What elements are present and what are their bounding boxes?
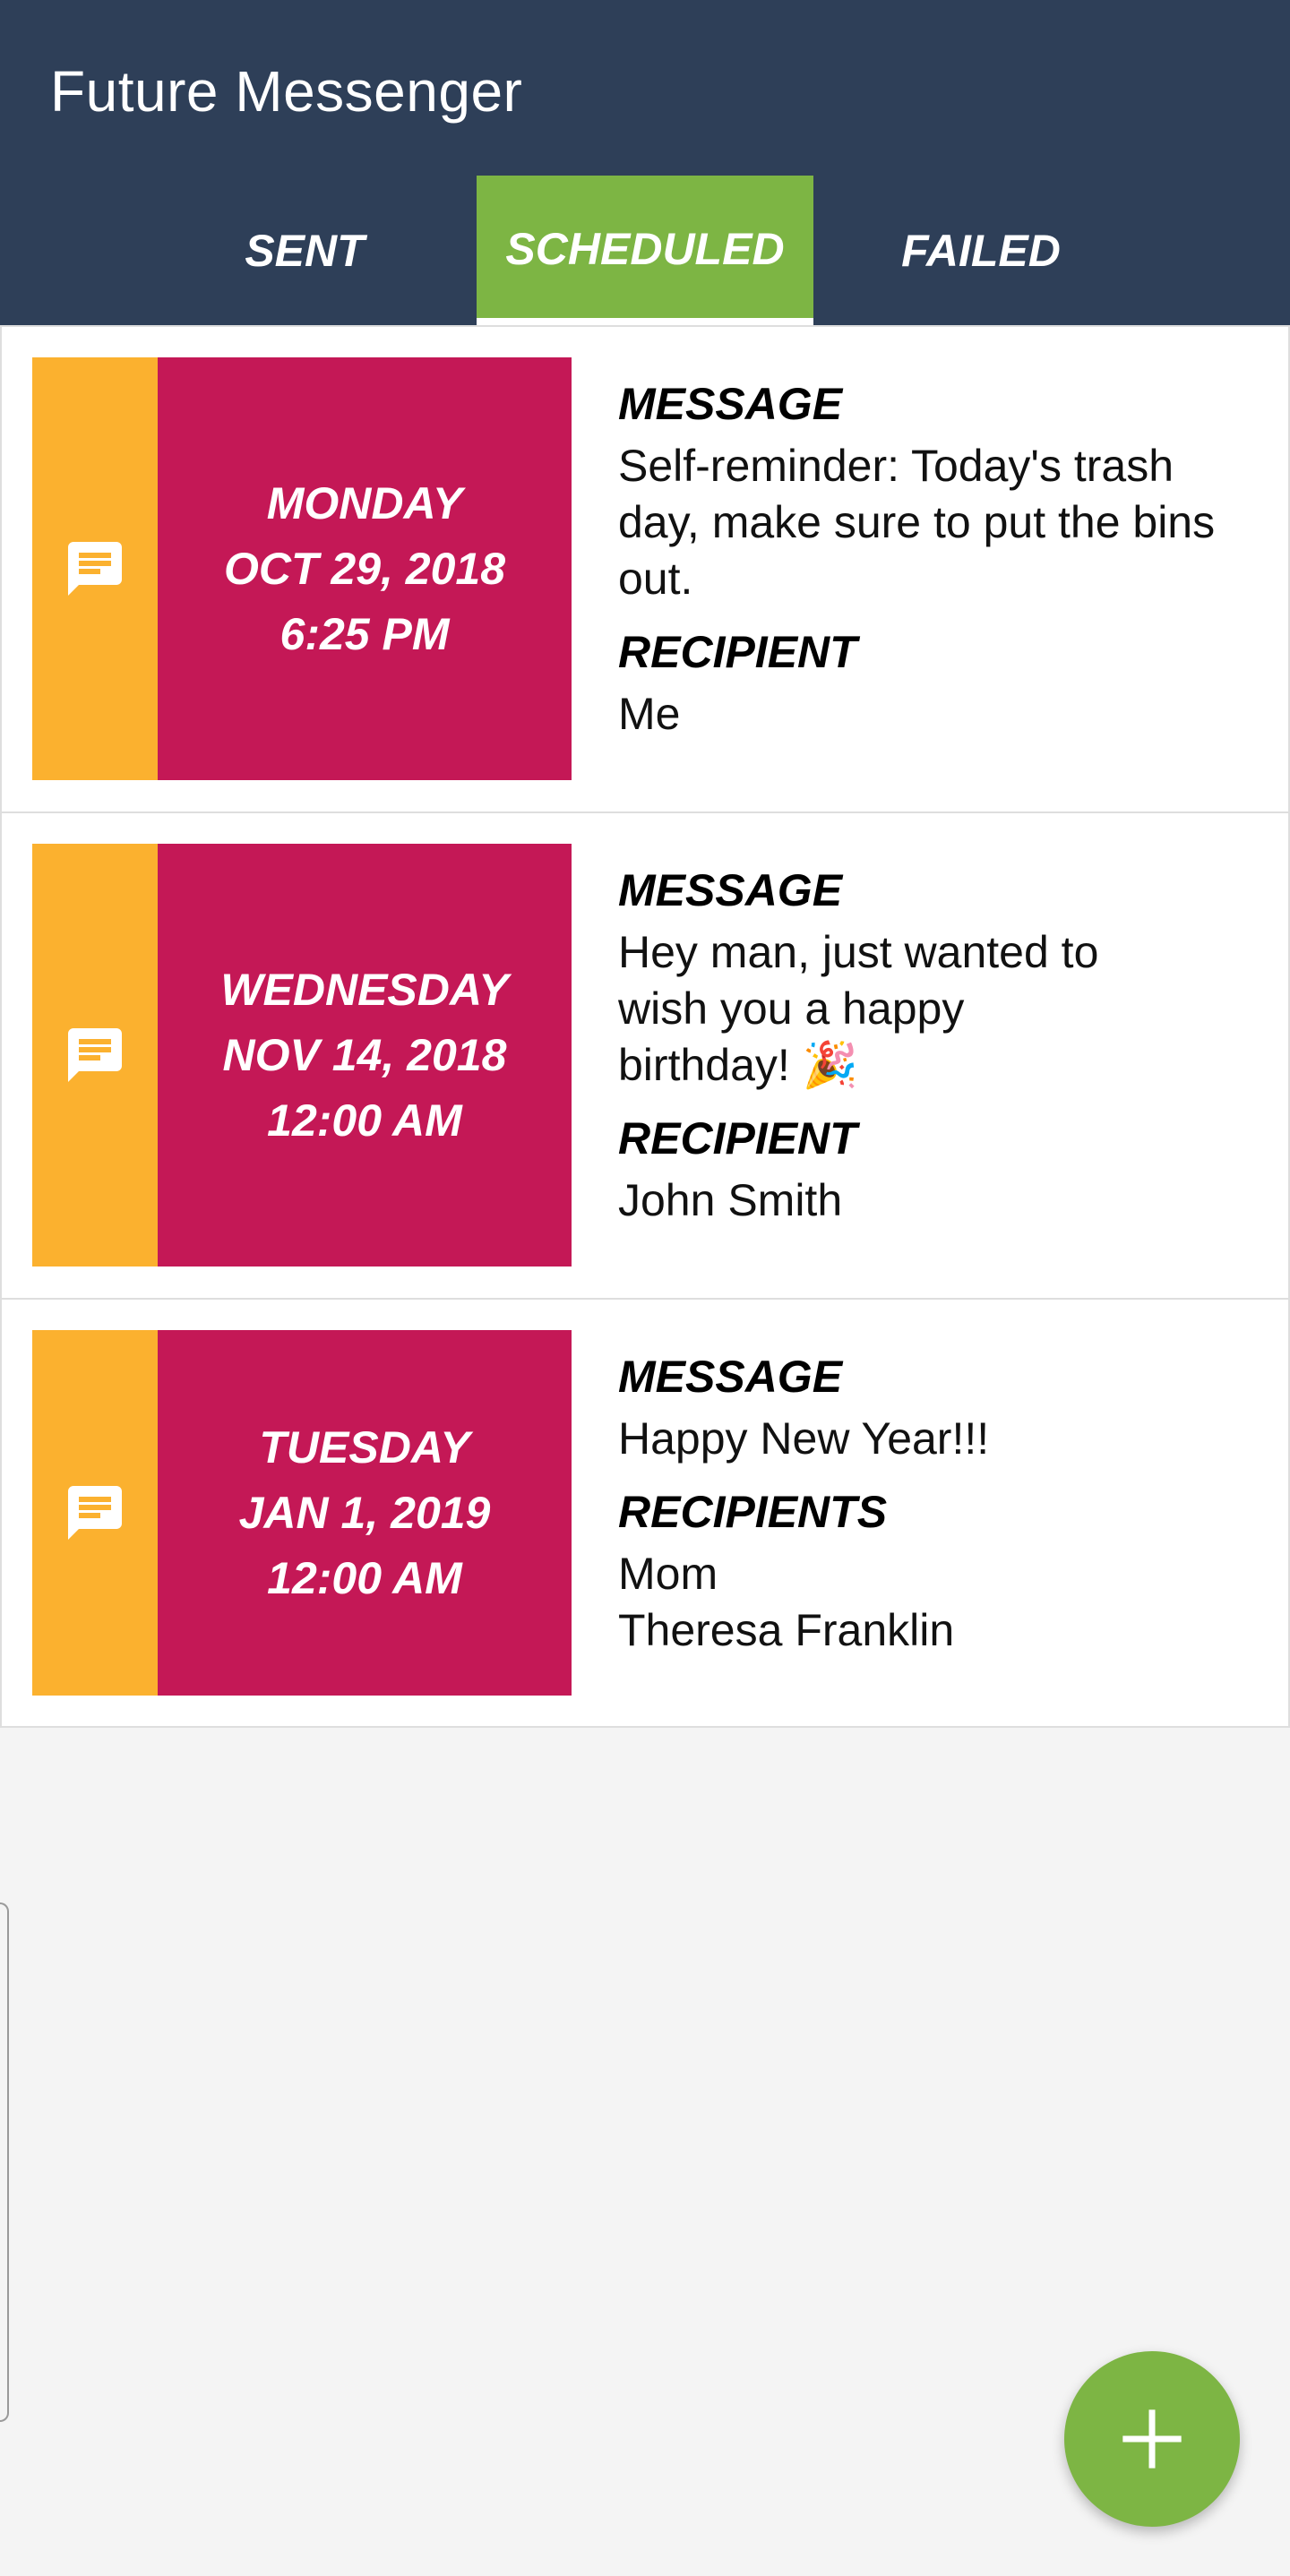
- message-text: Hey man, just wanted to wish you a happy…: [618, 927, 1099, 1090]
- message-details: MESSAGE Happy New Year!!! RECIPIENTS Mom…: [618, 1348, 1254, 1675]
- message-card[interactable]: MONDAY OCT 29, 2018 6:25 PM MESSAGE Self…: [0, 325, 1290, 813]
- recipient-name: Theresa Franklin: [618, 1605, 955, 1655]
- scheduled-date: JAN 1, 2019: [238, 1487, 491, 1538]
- message-icon: [68, 1028, 122, 1082]
- plus-icon: [1122, 2409, 1182, 2469]
- scheduled-time: 12:00 AM: [267, 1552, 462, 1603]
- scheduled-date-box: MONDAY OCT 29, 2018 6:25 PM: [158, 357, 572, 780]
- app-title: Future Messenger: [50, 59, 523, 124]
- message-type-strip: [32, 1330, 158, 1696]
- message-type-strip: [32, 844, 158, 1267]
- recipient-list: Mom Theresa Franklin: [618, 1546, 1254, 1659]
- scheduled-date-box: TUESDAY JAN 1, 2019 12:00 AM: [158, 1330, 572, 1696]
- message-label: MESSAGE: [618, 865, 843, 915]
- add-message-button[interactable]: [1064, 2351, 1240, 2527]
- tab-sent[interactable]: SENT: [175, 176, 434, 325]
- message-label: MESSAGE: [618, 1352, 843, 1402]
- message-type-strip: [32, 357, 158, 780]
- tab-bar: SENT SCHEDULED FAILED: [0, 176, 1290, 325]
- scheduled-day: TUESDAY: [259, 1421, 470, 1473]
- recipient-name: John Smith: [618, 1175, 843, 1225]
- message-details: MESSAGE Hey man, just wanted to wish you…: [618, 862, 1254, 1245]
- recipient-list: John Smith: [618, 1172, 1254, 1229]
- scheduled-date: NOV 14, 2018: [222, 1029, 507, 1080]
- recipient-label: RECIPIENT: [618, 627, 857, 677]
- message-card[interactable]: WEDNESDAY NOV 14, 2018 12:00 AM MESSAGE …: [0, 811, 1290, 1300]
- recipient-label: RECIPIENTS: [618, 1487, 888, 1537]
- message-icon: [68, 1486, 122, 1540]
- recipient-label: RECIPIENT: [618, 1113, 857, 1163]
- scheduled-date-box: WEDNESDAY NOV 14, 2018 12:00 AM: [158, 844, 572, 1267]
- scheduled-time: 6:25 PM: [280, 608, 450, 659]
- app-bar: Future Messenger SENT SCHEDULED FAILED: [0, 0, 1290, 325]
- scheduled-day: MONDAY: [266, 477, 463, 528]
- scheduled-time: 12:00 AM: [267, 1095, 462, 1146]
- tab-scheduled[interactable]: SCHEDULED: [477, 176, 813, 325]
- scheduled-day: WEDNESDAY: [220, 964, 509, 1015]
- edge-panel-handle[interactable]: [0, 1902, 9, 2422]
- recipient-name: Mom: [618, 1549, 718, 1599]
- message-text: Happy New Year!!!: [618, 1413, 990, 1464]
- message-icon: [68, 542, 122, 596]
- message-text: Self-reminder: Today's trash day, make s…: [618, 441, 1216, 604]
- scheduled-date: OCT 29, 2018: [223, 543, 506, 594]
- message-label: MESSAGE: [618, 379, 843, 429]
- message-details: MESSAGE Self-reminder: Today's trash day…: [618, 375, 1254, 759]
- message-card[interactable]: TUESDAY JAN 1, 2019 12:00 AM MESSAGE Hap…: [0, 1298, 1290, 1728]
- recipient-list: Me: [618, 686, 1254, 743]
- recipient-name: Me: [618, 689, 681, 739]
- tab-failed[interactable]: FAILED: [851, 176, 1111, 325]
